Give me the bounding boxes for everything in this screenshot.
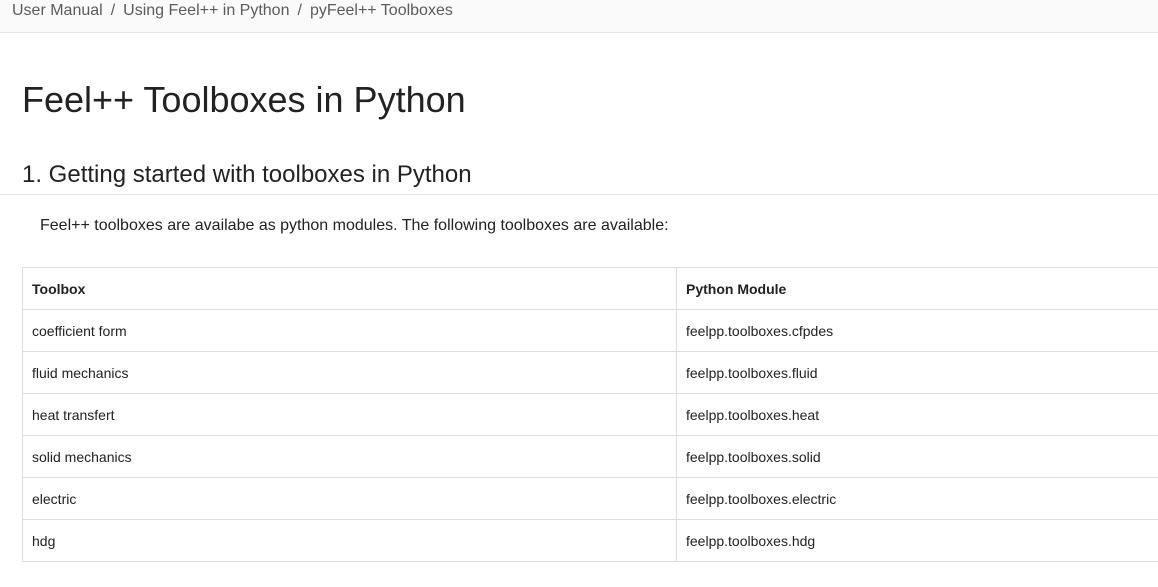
section-divider: [0, 194, 1158, 195]
intro-paragraph: Feel++ toolboxes are availabe as python …: [40, 217, 669, 234]
column-header-python-module: Python Module: [676, 267, 1158, 310]
breadcrumb-bar: User Manual / Using Feel++ in Python / pyFee…: [0, 0, 1158, 33]
toolbox-cell: electric: [22, 477, 677, 520]
toolboxes-table: Toolbox Python Module coefficient form f…: [22, 267, 1158, 562]
module-cell: feelpp.toolboxes.cfpdes: [676, 309, 1158, 352]
breadcrumb-item-user-manual[interactable]: User Manual: [12, 2, 103, 19]
breadcrumb-separator: /: [110, 2, 116, 19]
breadcrumb-item-using-feelpp-in-python[interactable]: Using Feel++ in Python: [123, 2, 289, 19]
table-row: hdg feelpp.toolboxes.hdg: [22, 519, 1158, 562]
toolbox-cell: heat transfert: [22, 393, 677, 436]
breadcrumb-separator: /: [297, 2, 302, 19]
toolbox-cell: coefficient form: [22, 309, 677, 352]
table-row: coefficient form feelpp.toolboxes.cfpdes: [22, 309, 1158, 352]
table-row: fluid mechanics feelpp.toolboxes.fluid: [22, 351, 1158, 394]
table-row: electric feelpp.toolboxes.electric: [22, 477, 1158, 520]
breadcrumb-item-pyfeelpp-toolboxes: pyFeel++ Toolboxes: [309, 2, 453, 19]
module-cell: feelpp.toolboxes.electric: [676, 477, 1158, 520]
breadcrumb: User Manual / Using Feel++ in Python / pyFee…: [12, 1, 453, 21]
module-cell: feelpp.toolboxes.solid: [676, 435, 1158, 478]
module-cell: feelpp.toolboxes.hdg: [676, 519, 1158, 562]
toolbox-cell: solid mechanics: [22, 435, 677, 478]
toolbox-cell: hdg: [22, 519, 677, 562]
page-title: Feel++ Toolboxes in Python: [22, 79, 466, 120]
section-title: 1. Getting started with toolboxes in Pyt…: [22, 161, 472, 188]
table-header-row: Toolbox Python Module: [22, 267, 1158, 310]
column-header-toolbox: Toolbox: [22, 267, 677, 310]
table-row: heat transfert feelpp.toolboxes.heat: [22, 393, 1158, 436]
module-cell: feelpp.toolboxes.heat: [676, 393, 1158, 436]
module-cell: feelpp.toolboxes.fluid: [676, 351, 1158, 394]
table-row: solid mechanics feelpp.toolboxes.solid: [22, 435, 1158, 478]
toolbox-cell: fluid mechanics: [22, 351, 677, 394]
